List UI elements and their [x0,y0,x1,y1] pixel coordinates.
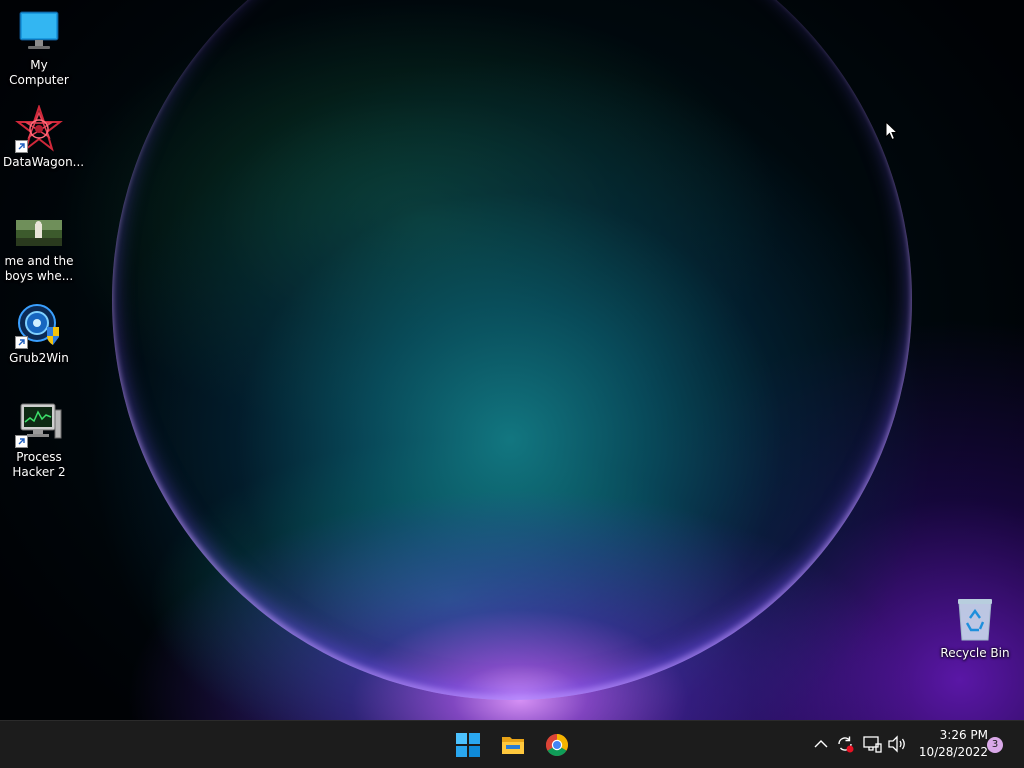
chrome-icon [546,734,568,756]
desktop-icon-label: me and the boys whe... [4,254,74,283]
shortcut-arrow-icon [15,336,28,349]
desktop-icon-process-hacker[interactable]: Process Hacker 2 [1,400,77,480]
network-icon[interactable] [861,733,883,755]
sync-icon[interactable] [834,733,856,755]
desktop-icon-label: Recycle Bin [940,646,1010,660]
clock-date: 10/28/2022 [918,745,988,759]
file-explorer-button[interactable] [493,725,533,765]
taskbar: 3:26 PM 10/28/2022 3 [0,720,1024,768]
mouse-cursor-icon [885,120,899,141]
windows-start-icon [456,733,480,757]
monitor-icon [15,8,63,56]
chevron-up-icon[interactable] [810,733,832,755]
wallpaper-orb [112,0,912,700]
notification-badge[interactable]: 3 [987,737,1003,753]
process-hacker-icon [15,400,63,448]
datawagon-star-icon [15,103,63,153]
desktop-icon-label: Process Hacker 2 [12,450,66,479]
shortcut-arrow-icon [15,435,28,448]
desktop-icon-label: My Computer [9,58,69,87]
desktop-icon-my-computer[interactable]: My Computer [1,8,77,88]
desktop-icon-image-file[interactable]: me and the boys whe... [1,214,77,284]
start-button[interactable] [448,725,488,765]
recycle-bin-icon [951,596,999,644]
desktop-icon-label: Grub2Win [9,351,69,365]
desktop-icon-label: DataWagon... [3,155,85,169]
file-explorer-icon [502,737,524,754]
desktop-icon-datawagon[interactable]: DataWagon... [1,103,85,170]
image-thumbnail-icon [15,214,63,246]
clock[interactable]: 3:26 PM 10/28/2022 [912,727,988,761]
desktop-icon-grub2win[interactable]: Grub2Win [1,301,77,366]
volume-icon[interactable] [886,733,908,755]
shortcut-arrow-icon [15,140,28,153]
chrome-button[interactable] [537,725,577,765]
clock-time: 3:26 PM [939,728,988,742]
desktop-background[interactable]: My Computer DataWagon... me and the boys… [0,0,1024,720]
desktop-icon-recycle-bin[interactable]: Recycle Bin [937,596,1013,661]
grub2win-shield-icon [15,301,63,349]
